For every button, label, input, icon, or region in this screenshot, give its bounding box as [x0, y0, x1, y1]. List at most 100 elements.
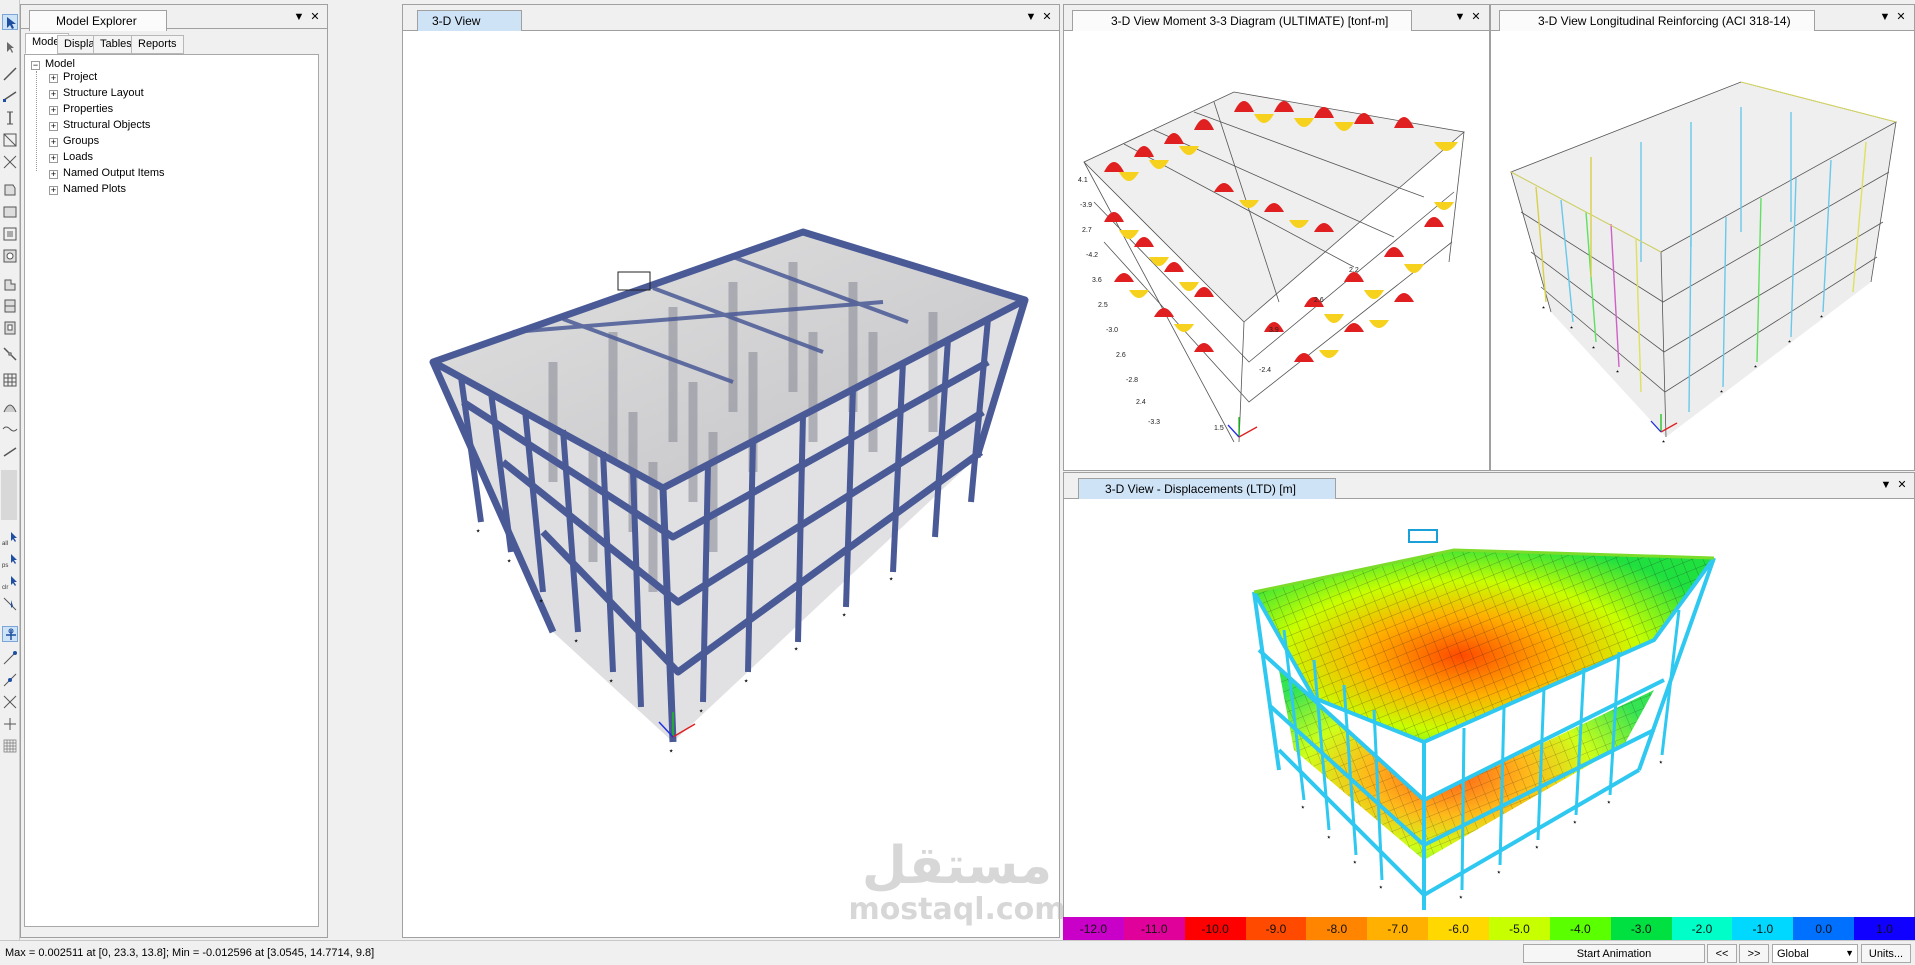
svg-text:⋆: ⋆: [1534, 842, 1540, 852]
tree-node-structural-objects[interactable]: + Structural Objects: [49, 119, 150, 133]
draw-dimension-icon[interactable]: [2, 444, 18, 460]
draw-link-icon[interactable]: [2, 346, 18, 362]
left-toolbar: all ps clr: [0, 0, 20, 940]
quick-draw-slab-icon[interactable]: [2, 226, 18, 242]
expand-icon[interactable]: +: [49, 138, 58, 147]
expand-icon[interactable]: +: [49, 90, 58, 99]
displacement-view-canvas[interactable]: ⋆ ⋆ ⋆ ⋆ ⋆ ⋆ ⋆ ⋆ ⋆ ⋆ ⋆: [1064, 500, 1914, 915]
legend-segment: 0.0: [1793, 917, 1855, 940]
rebar-view-tab[interactable]: 3-D View Longitudinal Reinforcing (ACI 3…: [1499, 10, 1815, 31]
draw-slab-icon[interactable]: [2, 182, 18, 198]
svg-text:all: all: [2, 541, 8, 546]
snap-intersection-icon[interactable]: [2, 672, 18, 688]
previous-step-button[interactable]: <<: [1707, 944, 1737, 963]
select-previous-icon[interactable]: ps: [2, 552, 18, 568]
select-pointer-icon[interactable]: [2, 14, 18, 30]
tree-node-named-plots[interactable]: + Named Plots: [49, 183, 126, 197]
expand-icon[interactable]: +: [49, 170, 58, 179]
tree-node-named-output-items[interactable]: + Named Output Items: [49, 167, 165, 181]
snap-lines-icon[interactable]: [2, 716, 18, 732]
clear-selection-icon[interactable]: clr: [2, 574, 18, 590]
start-animation-button[interactable]: Start Animation: [1523, 944, 1705, 963]
displacement-view-tab[interactable]: 3-D View - Displacements (LTD) [m]: [1078, 478, 1336, 499]
draw-strip-icon[interactable]: [2, 420, 18, 436]
expand-icon[interactable]: +: [49, 122, 58, 131]
tab-reports[interactable]: Reports: [131, 35, 184, 54]
expand-icon[interactable]: +: [49, 106, 58, 115]
watermark-latin: mostaql.com: [848, 892, 1066, 927]
draw-opening-icon[interactable]: [2, 248, 18, 264]
tree-node-model[interactable]: − Model: [31, 58, 75, 72]
expand-icon[interactable]: +: [49, 74, 58, 83]
draw-xbrace-icon[interactable]: [2, 154, 18, 170]
tree-node-groups[interactable]: + Groups: [49, 135, 99, 149]
explorer-title-tab[interactable]: Model Explorer: [29, 10, 167, 31]
snap-fine-grid-icon[interactable]: [2, 738, 18, 754]
main-view-canvas[interactable]: ⋆ ⋆ ⋆ ⋆ ⋆ ⋆ ⋆ ⋆ ⋆ ⋆ ⋆: [403, 32, 1059, 937]
explorer-dropdown-icon[interactable]: ▼: [292, 11, 306, 23]
displacement-panel: 3-D View - Displacements (LTD) [m] ▼ ✕ ⋆…: [1063, 472, 1915, 938]
svg-text:⋆: ⋆: [888, 574, 894, 585]
snap-points-icon[interactable]: [2, 626, 18, 642]
draw-column-icon[interactable]: [2, 110, 18, 126]
svg-text:⋆: ⋆: [1591, 343, 1596, 352]
select-all-icon[interactable]: all: [2, 530, 18, 546]
moment-value: -3.9: [1080, 202, 1092, 209]
draw-rect-slab-icon[interactable]: [2, 204, 18, 220]
draw-brace-icon[interactable]: [2, 132, 18, 148]
moment-view-dropdown-icon[interactable]: ▼: [1453, 11, 1467, 23]
rebar-view-canvas[interactable]: ⋆ ⋆ ⋆ ⋆ ⋆ ⋆ ⋆ ⋆ ⋆: [1491, 32, 1914, 470]
draw-wall-icon[interactable]: [2, 276, 18, 292]
expand-icon[interactable]: +: [49, 154, 58, 163]
moment-view-tabbar: 3-D View Moment 3-3 Diagram (ULTIMATE) […: [1064, 5, 1489, 31]
status-max-min-text: Max = 0.002511 at [0, 23.3, 13.8]; Min =…: [5, 947, 375, 959]
moment-view-close-icon[interactable]: ✕: [1469, 11, 1483, 23]
draw-line-icon[interactable]: [2, 66, 18, 82]
select-intersect-icon[interactable]: [2, 596, 18, 612]
coordinate-system-select[interactable]: Global ▼: [1772, 944, 1858, 963]
reshape-icon[interactable]: [2, 40, 18, 56]
svg-text:⋆: ⋆: [475, 526, 481, 537]
svg-text:⋆: ⋆: [1458, 892, 1464, 902]
main-view-dropdown-icon[interactable]: ▼: [1024, 11, 1038, 23]
legend-segment: -4.0: [1549, 917, 1611, 940]
legend-label: -10.0: [1201, 922, 1229, 936]
tree-node-structure-layout[interactable]: + Structure Layout: [49, 87, 144, 101]
snap-ends-icon[interactable]: [2, 650, 18, 666]
draw-beam-icon[interactable]: [2, 88, 18, 104]
legend-segment: -5.0: [1489, 917, 1550, 940]
collapse-icon[interactable]: −: [31, 61, 40, 70]
svg-text:⋆: ⋆: [1719, 387, 1724, 396]
displacement-view-dropdown-icon[interactable]: ▼: [1879, 479, 1893, 491]
main-view-tab[interactable]: 3-D View: [417, 10, 522, 31]
snap-perpendicular-icon[interactable]: [2, 694, 18, 710]
draw-grid-icon[interactable]: [2, 372, 18, 388]
legend-segment: -6.0: [1428, 917, 1490, 940]
legend-label: -4.0: [1569, 922, 1591, 936]
svg-text:⋆: ⋆: [538, 596, 544, 607]
tree-node-properties[interactable]: + Properties: [49, 103, 113, 117]
draw-tendon-icon[interactable]: [2, 398, 18, 414]
svg-text:⋆: ⋆: [1572, 817, 1578, 827]
moment-view-tab[interactable]: 3-D View Moment 3-3 Diagram (ULTIMATE) […: [1072, 10, 1412, 31]
tree-node-project[interactable]: + Project: [49, 71, 97, 85]
moment-diagram-panel: 3-D View Moment 3-3 Diagram (ULTIMATE) […: [1063, 4, 1490, 471]
explorer-close-icon[interactable]: ✕: [308, 11, 322, 23]
displacement-view-close-icon[interactable]: ✕: [1895, 479, 1909, 491]
rebar-view-dropdown-icon[interactable]: ▼: [1878, 11, 1892, 23]
model-tree: − Model + Project + Structure Layout + Prope…: [24, 54, 319, 927]
legend-segment: -9.0: [1245, 917, 1307, 940]
main-view-close-icon[interactable]: ✕: [1040, 11, 1054, 23]
tree-node-loads[interactable]: + Loads: [49, 151, 93, 165]
rebar-view-close-icon[interactable]: ✕: [1894, 11, 1908, 23]
quick-draw-wall-icon[interactable]: [2, 298, 18, 314]
expand-icon[interactable]: +: [49, 186, 58, 195]
moment-view-canvas[interactable]: 4.1 -3.9 2.7 -4.2 3.6 2.5 -3.0 2.6 -2.8 …: [1064, 32, 1489, 470]
chevron-down-icon: ▼: [1845, 948, 1854, 958]
next-step-button[interactable]: >>: [1739, 944, 1769, 963]
units-button[interactable]: Units...: [1861, 944, 1911, 963]
legend-label: -8.0: [1326, 922, 1348, 936]
draw-wall-opening-icon[interactable]: [2, 320, 18, 336]
svg-text:⋆: ⋆: [506, 556, 512, 567]
legend-segment: -7.0: [1367, 917, 1429, 940]
